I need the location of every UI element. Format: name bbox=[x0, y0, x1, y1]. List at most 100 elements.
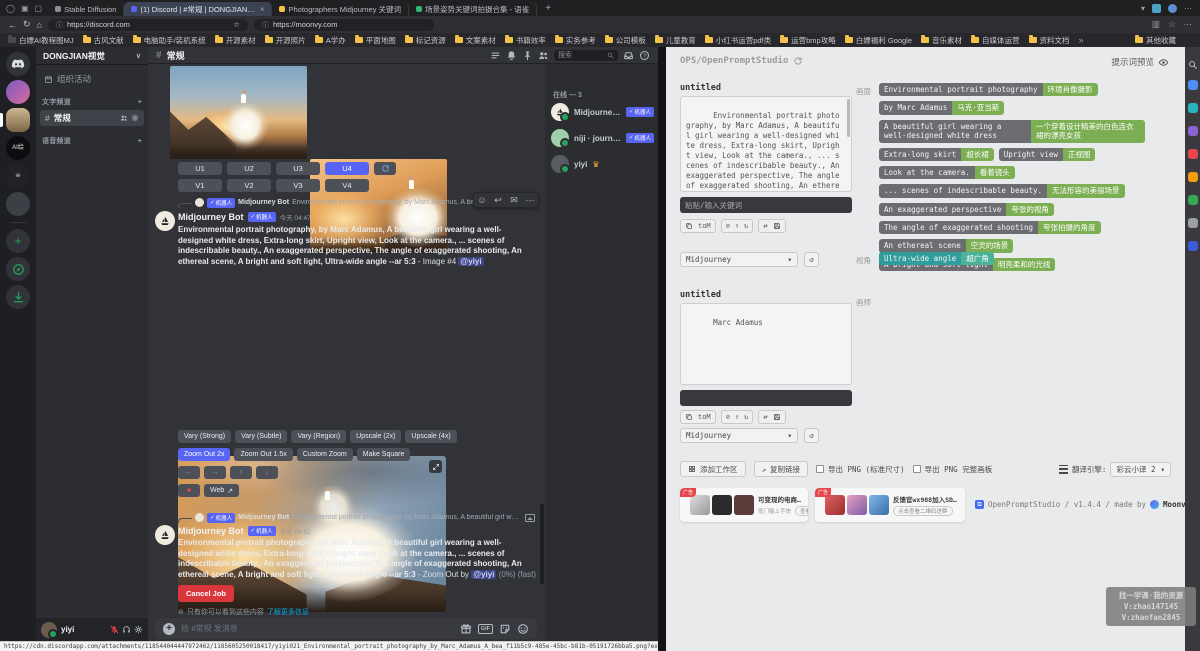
prompt-preview-toggle[interactable]: 提示词预览 bbox=[1111, 56, 1169, 68]
pinned-messages-icon[interactable] bbox=[522, 50, 533, 61]
prompt-tag[interactable]: by Marc Adamus马克·亚当斯 bbox=[879, 101, 1004, 114]
server-skull[interactable]: ☠ bbox=[0, 164, 36, 188]
member-list-icon[interactable] bbox=[538, 50, 549, 61]
prompt-textarea[interactable]: Environmental portrait photography, by M… bbox=[680, 96, 852, 192]
bookmark-item[interactable]: 电脑助手/装机系统 bbox=[133, 35, 206, 46]
browser-tab[interactable]: (1) Discord | #常规 | DONGJIAN视觉× bbox=[124, 2, 272, 16]
translate-select[interactable]: 彩云小译 2 ▾ bbox=[1110, 462, 1171, 477]
more-icon[interactable]: ⋯ bbox=[522, 193, 538, 207]
prompt-tag[interactable]: Ultra-wide angle超广角 bbox=[879, 252, 994, 265]
pan-arrow-button[interactable]: ↑ bbox=[230, 466, 252, 479]
engine-select[interactable]: Midjourney ▾ bbox=[680, 252, 798, 267]
sticker-icon[interactable] bbox=[499, 623, 511, 635]
tab-search-icon[interactable]: ▾ bbox=[1141, 4, 1145, 13]
browser-tab[interactable]: 场景姿势关键词拍摄合集 - 语雀 bbox=[409, 2, 537, 16]
deafen-icon[interactable] bbox=[122, 625, 131, 634]
checkbox[interactable] bbox=[913, 465, 921, 473]
invite-icon[interactable] bbox=[120, 114, 128, 122]
upscale-button-u4[interactable]: U4 bbox=[325, 162, 369, 175]
reset-button-2[interactable]: ↺ bbox=[804, 428, 819, 443]
prompt-tag[interactable]: A beautiful girl wearing a well-designed… bbox=[879, 120, 1145, 143]
pan-arrow-button[interactable]: → bbox=[204, 466, 226, 479]
copy-link-button[interactable]: ↗ 复制链接 bbox=[754, 461, 809, 477]
bot-avatar[interactable] bbox=[155, 525, 175, 545]
sidebar-app-icon[interactable] bbox=[1188, 126, 1198, 136]
server-dongjian[interactable] bbox=[0, 108, 36, 132]
favorite-star-icon[interactable]: ☆ bbox=[233, 20, 240, 29]
bookmark-item[interactable]: 自媒体运营 bbox=[971, 35, 1020, 46]
new-tab-button[interactable]: + bbox=[537, 0, 559, 16]
upscale-button-u1[interactable]: U1 bbox=[178, 162, 222, 175]
sidebar-app-icon[interactable] bbox=[1188, 241, 1198, 251]
ad-banner-2[interactable]: 广告 反馈官wx988加入SD板块再免费学习资源 点击查看二维码进群 bbox=[815, 488, 965, 522]
export-png-standard-checkbox[interactable]: 导出 PNG (标准尺寸) bbox=[816, 464, 905, 475]
bookmark-item[interactable]: 标记资源 bbox=[405, 35, 446, 46]
copy-tom-button[interactable]: toM bbox=[680, 219, 716, 233]
text-category[interactable]: 文字频道 + bbox=[42, 97, 142, 107]
browser-menu-icon[interactable]: ⋯ bbox=[1184, 4, 1192, 13]
mj-button[interactable]: Vary (Subtle) bbox=[235, 430, 287, 443]
gift-icon[interactable] bbox=[460, 623, 472, 635]
prompt-tag[interactable]: ... scenes of indescribable beauty.无法形容的… bbox=[879, 184, 1125, 197]
favorites-icon[interactable]: ☆ bbox=[1168, 19, 1176, 30]
avatar[interactable] bbox=[41, 622, 57, 638]
bookmark-item[interactable]: 实务参考 bbox=[555, 35, 596, 46]
split-screen-icon[interactable]: ▥ bbox=[1152, 19, 1160, 30]
mj-button[interactable]: Upscale (4x) bbox=[405, 430, 456, 443]
workspaces-icon[interactable]: ▣ bbox=[21, 4, 29, 13]
bookmark-item[interactable]: 小红书运营pdf类 bbox=[705, 35, 771, 46]
mic-muted-icon[interactable] bbox=[110, 625, 119, 634]
mj-button[interactable]: Custom Zoom bbox=[297, 448, 353, 461]
add-workspace-button[interactable]: 添加工作区 bbox=[680, 461, 746, 477]
prompt-textarea-2[interactable]: Marc Adamus bbox=[680, 303, 852, 385]
inbox-icon[interactable] bbox=[623, 50, 634, 61]
variation-button-v3[interactable]: V3 bbox=[276, 179, 320, 192]
banner-button[interactable]: 点击查看二维码进群 bbox=[893, 506, 953, 516]
mj-grid-image-left[interactable] bbox=[170, 66, 307, 159]
workspace-name-2[interactable]: untitled bbox=[680, 290, 721, 300]
mention[interactable]: @yiyi bbox=[458, 257, 483, 266]
member-item[interactable]: Midjourney Bot✓机器人 bbox=[551, 100, 654, 124]
upscale-button-u2[interactable]: U2 bbox=[227, 162, 271, 175]
refresh-icon[interactable]: ↻ bbox=[23, 19, 31, 30]
bookmark-item[interactable]: 公司模板 bbox=[605, 35, 646, 46]
engine-select-2[interactable]: Midjourney ▾ bbox=[680, 428, 798, 443]
split-divider[interactable] bbox=[658, 47, 666, 651]
browser-avatar[interactable] bbox=[1168, 4, 1177, 13]
refresh-icon[interactable] bbox=[793, 56, 803, 66]
copilot-icon[interactable] bbox=[1152, 4, 1161, 13]
bot-avatar[interactable] bbox=[155, 211, 175, 231]
user-settings-icon[interactable] bbox=[134, 625, 143, 634]
back-icon[interactable]: ← bbox=[8, 20, 17, 30]
channel-settings-icon[interactable] bbox=[131, 114, 139, 122]
shuffle-save-group-2[interactable]: ⇄ bbox=[758, 410, 785, 424]
settings-menu-icon[interactable]: ⋯ bbox=[1184, 19, 1193, 30]
sidebar-search-icon[interactable] bbox=[1188, 57, 1198, 67]
checkbox[interactable] bbox=[816, 465, 824, 473]
reply-context-2[interactable]: ✓机器人 Midjourney Bot Environmental portra… bbox=[178, 512, 535, 523]
sidebar-app-icon[interactable] bbox=[1188, 218, 1198, 228]
events-item[interactable]: 组织活动 bbox=[40, 71, 144, 87]
home-icon[interactable]: ⌂ bbox=[37, 20, 42, 30]
clear-icon[interactable]: ⊘ bbox=[726, 222, 730, 230]
download-apps-button[interactable] bbox=[0, 285, 36, 309]
prompt-tag[interactable]: Environmental portrait photography环境肖像摄影 bbox=[879, 83, 1098, 96]
reset-button[interactable]: ↺ bbox=[804, 252, 819, 267]
server-gray[interactable] bbox=[0, 192, 36, 216]
bookmark-item[interactable]: 白嫖AI教程图MJ bbox=[8, 35, 74, 46]
reroll-button[interactable] bbox=[374, 162, 396, 175]
server-art[interactable] bbox=[0, 80, 36, 104]
help-icon[interactable]: ? bbox=[639, 50, 650, 61]
save-icon[interactable] bbox=[773, 413, 781, 421]
sidebar-app-icon[interactable] bbox=[1188, 195, 1198, 205]
chat-scrollbar[interactable] bbox=[540, 504, 544, 584]
mj-button[interactable]: Make Square bbox=[357, 448, 411, 461]
server-header[interactable]: DONGJIAN视觉 ∨ bbox=[36, 47, 148, 65]
discord-home[interactable] bbox=[0, 52, 36, 76]
bookmark-item[interactable]: 儿童教育 bbox=[655, 35, 696, 46]
mj-button[interactable]: Vary (Region) bbox=[291, 430, 346, 443]
shuffle-icon[interactable]: ⇄ bbox=[763, 413, 767, 421]
bookmarks-overflow-icon[interactable]: » bbox=[1079, 35, 1084, 45]
shuffle-icon[interactable]: ⇄ bbox=[763, 222, 767, 230]
variation-button-v4[interactable]: V4 bbox=[325, 179, 369, 192]
